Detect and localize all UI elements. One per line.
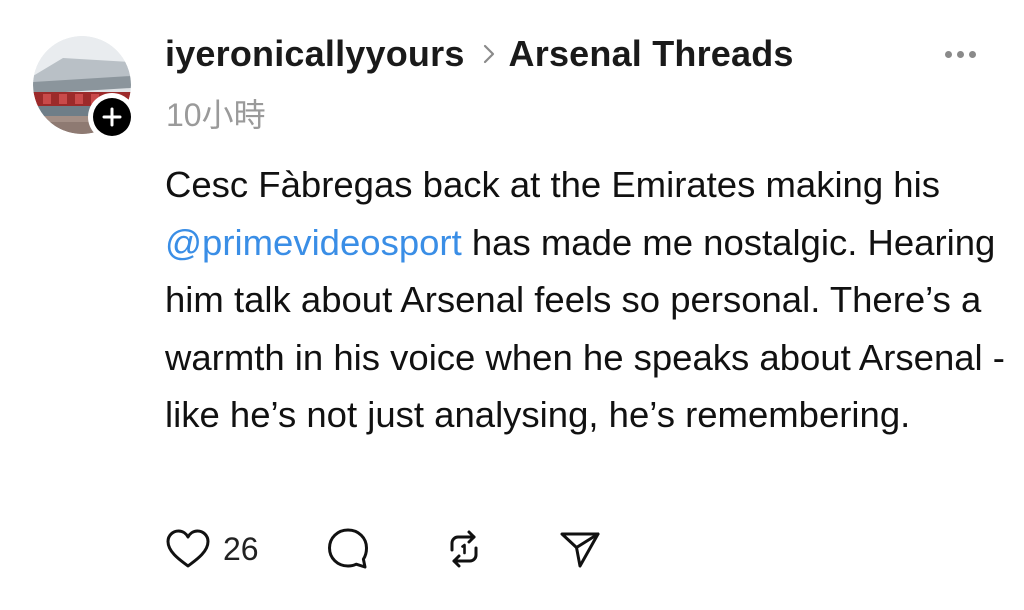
more-horizontal-icon [944,50,952,58]
post-timestamp: 10小時 [166,97,266,133]
community-link[interactable]: Arsenal Threads [509,33,794,75]
comment-bubble-icon [325,526,371,572]
heart-icon [165,528,211,570]
share-button[interactable] [557,526,603,572]
send-icon [557,526,603,572]
username-link[interactable]: iyeronicallyyours [165,33,465,75]
post-header: iyeronicallyyours Arsenal Threads [165,30,794,78]
post-actions: 26 [165,526,603,572]
like-button[interactable]: 26 [165,528,259,570]
repost-button[interactable] [441,526,487,572]
more-dot [956,50,964,58]
comment-button[interactable] [325,526,371,572]
plus-icon [93,98,131,136]
chevron-right-icon [483,43,495,65]
like-count: 26 [223,530,259,567]
more-options-button[interactable] [940,40,980,68]
follow-button[interactable] [88,93,136,141]
repost-icon [441,526,487,572]
more-dot [968,50,976,58]
post-text-part: Cesc Fàbregas back at the Emirates makin… [165,164,940,205]
mention-link[interactable]: @primevideosport [165,222,462,263]
avatar[interactable] [33,36,136,141]
post-text: Cesc Fàbregas back at the Emirates makin… [165,156,1005,444]
